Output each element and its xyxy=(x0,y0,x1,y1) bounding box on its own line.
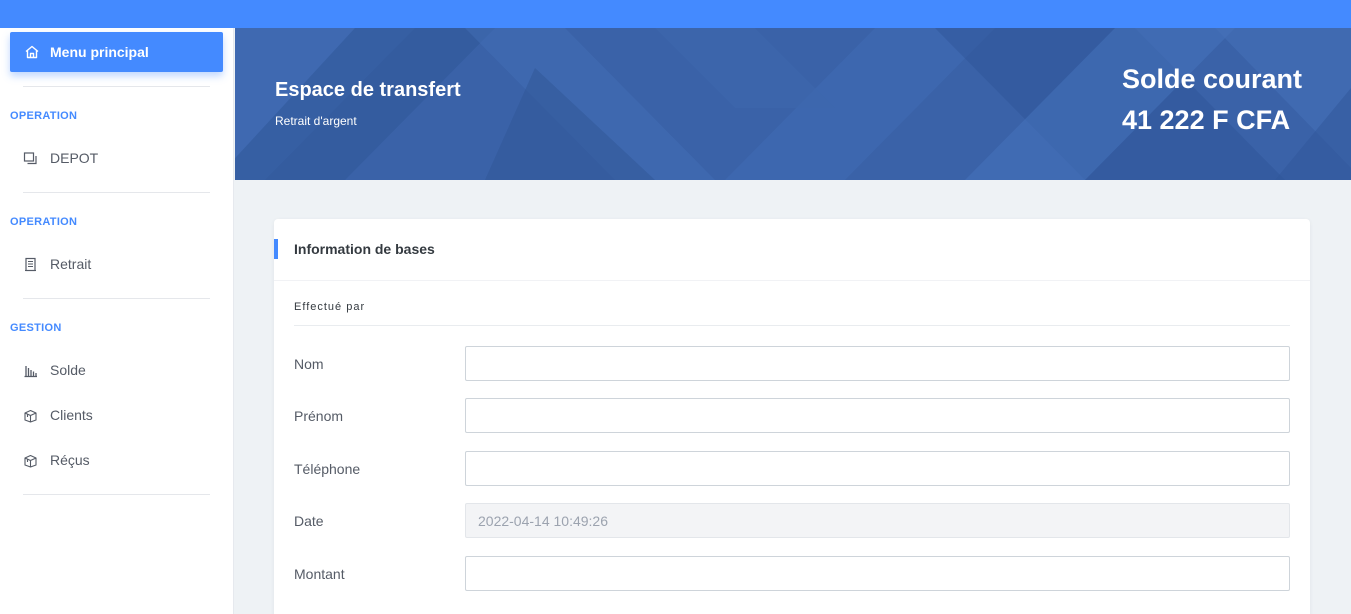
sidebar-item-label: DEPOT xyxy=(50,150,99,166)
sidebar-item-label: Clients xyxy=(50,407,93,423)
page-title: Espace de transfert xyxy=(275,79,461,101)
top-bar xyxy=(0,0,1351,28)
copy-icon xyxy=(23,151,38,166)
sidebar-item-clients[interactable]: Clients xyxy=(23,403,213,427)
section-title-operation: OPERATION xyxy=(10,110,78,122)
box-icon xyxy=(23,408,38,423)
sidebar-item-solde[interactable]: Solde xyxy=(23,358,213,382)
nom-label: Nom xyxy=(294,356,324,372)
banner-pattern xyxy=(235,28,1351,180)
sidebar-item-recus[interactable]: Réçus xyxy=(23,448,213,472)
montant-label: Montant xyxy=(294,566,345,582)
sidebar-divider xyxy=(23,298,210,299)
section-title-gestion: GESTION xyxy=(10,322,62,334)
card-header: Information de bases xyxy=(274,219,1310,281)
home-icon xyxy=(24,44,40,60)
section-title-operation: OPERATION xyxy=(10,216,78,228)
prenom-input[interactable] xyxy=(465,398,1290,433)
sidebar-item-label: Réçus xyxy=(50,452,90,468)
bar-chart-icon xyxy=(23,363,38,378)
section-divider xyxy=(294,325,1290,326)
sidebar-divider xyxy=(23,192,210,193)
card-title: Information de bases xyxy=(294,241,435,257)
telephone-label: Téléphone xyxy=(294,461,361,477)
sidebar-item-depot[interactable]: DEPOT xyxy=(23,146,213,170)
page-subtitle: Retrait d'argent xyxy=(275,114,357,128)
form-card: Information de bases Effectué par Nom Pr… xyxy=(274,219,1310,614)
date-input xyxy=(465,503,1290,538)
telephone-input[interactable] xyxy=(465,451,1290,486)
nom-input[interactable] xyxy=(465,346,1290,381)
main-menu-label: Menu principal xyxy=(50,44,149,60)
balance-label: Solde courant xyxy=(1122,64,1303,94)
sidebar: Menu principal OPERATION DEPOT OPERATION… xyxy=(0,28,234,614)
balance-value: 41 222 F CFA xyxy=(1122,105,1291,135)
section-label: Effectué par xyxy=(294,301,366,313)
sidebar-item-label: Solde xyxy=(50,362,86,378)
sidebar-divider xyxy=(23,494,210,495)
sidebar-item-retrait[interactable]: Retrait xyxy=(23,252,213,276)
main-menu-button[interactable]: Menu principal xyxy=(10,32,223,72)
sidebar-divider xyxy=(23,86,210,87)
page-banner: Espace de transfert Retrait d'argent Sol… xyxy=(235,28,1351,180)
card-header-accent xyxy=(274,239,278,259)
document-icon xyxy=(23,257,38,272)
prenom-label: Prénom xyxy=(294,408,344,424)
sidebar-item-label: Retrait xyxy=(50,256,92,272)
box-icon xyxy=(23,453,38,468)
date-label: Date xyxy=(294,513,324,529)
montant-input[interactable] xyxy=(465,556,1290,591)
